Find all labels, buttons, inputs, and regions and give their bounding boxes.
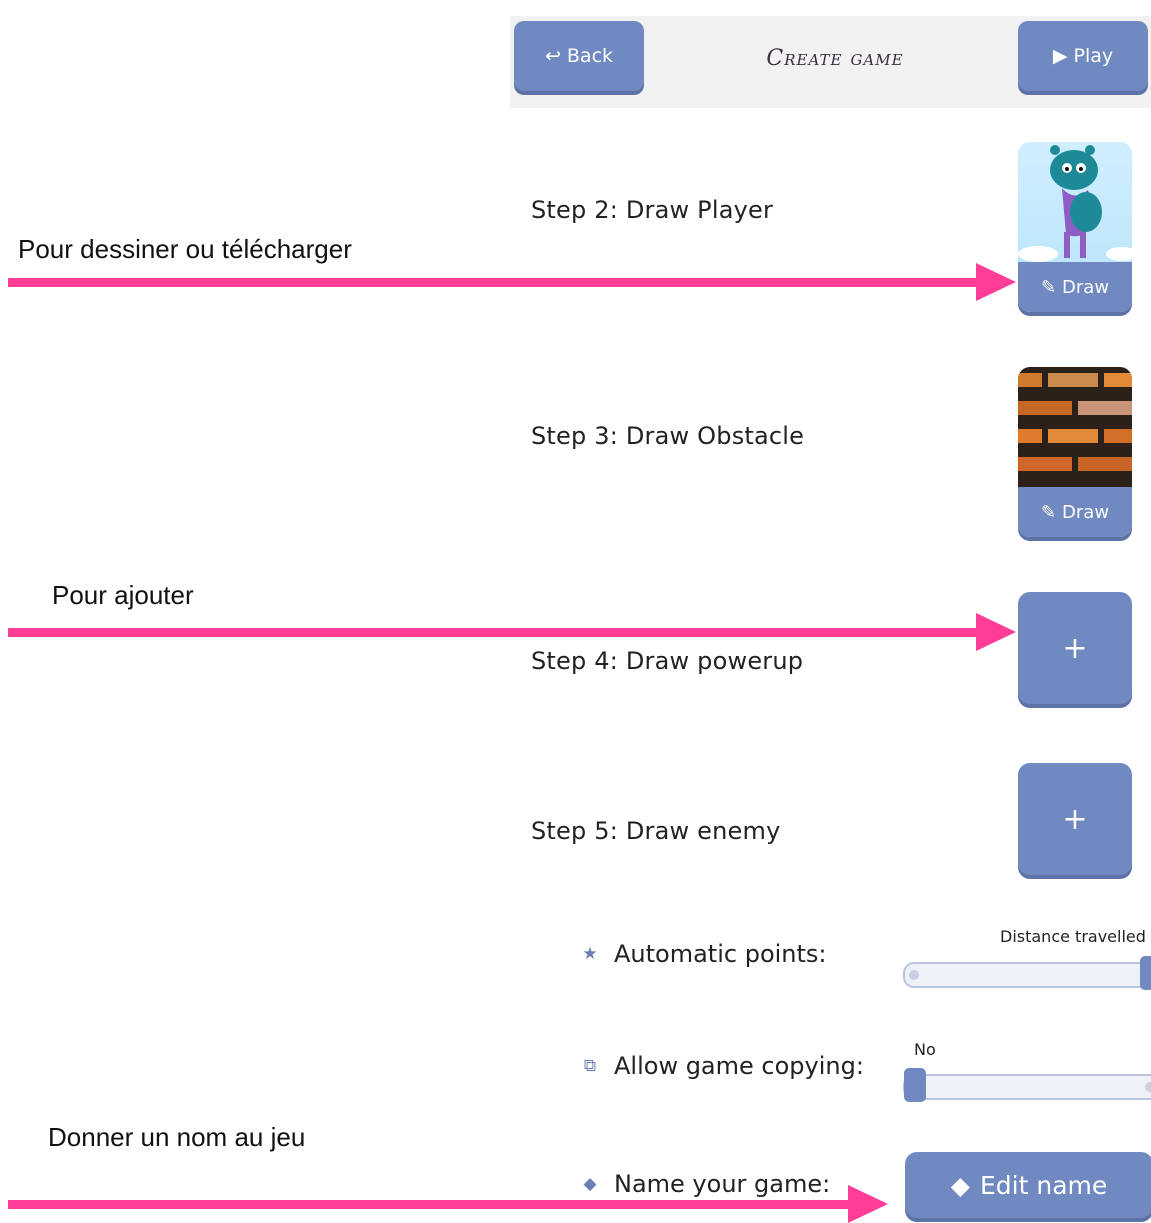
- slider-dot: [1145, 1082, 1151, 1092]
- name-annotation: Donner un nom au jeu: [48, 1122, 306, 1152]
- play-button[interactable]: ▶ Play: [1018, 21, 1148, 91]
- obstacle-tile[interactable]: ✎ Draw: [1018, 367, 1132, 537]
- automatic-points-value: Distance travelled: [1000, 927, 1146, 946]
- draw-annotation: Pour dessiner ou télécharger: [18, 234, 352, 264]
- obstacle-sprite-image: [1018, 367, 1132, 487]
- back-button[interactable]: ↩ Back: [514, 21, 644, 91]
- allow-copying-slider-handle[interactable]: [904, 1068, 926, 1102]
- tag-icon: ◆: [583, 1174, 597, 1194]
- name-game-row: ◆ Name your game:: [578, 1170, 830, 1198]
- automatic-points-label: Automatic points:: [614, 940, 827, 968]
- add-powerup-button[interactable]: +: [1018, 592, 1132, 704]
- play-button-label: Play: [1073, 45, 1114, 67]
- arrow-head-icon: [976, 263, 1016, 301]
- draw-player-button[interactable]: ✎ Draw: [1018, 262, 1132, 312]
- pencil-icon: ✎: [1040, 276, 1057, 298]
- automatic-points-slider-handle[interactable]: [1140, 956, 1151, 990]
- step-5-label: Step 5: Draw enemy: [531, 817, 781, 845]
- step-4-label: Step 4: Draw powerup: [531, 647, 804, 675]
- name-game-label: Name your game:: [614, 1170, 831, 1198]
- pencil-icon: ✎: [1040, 501, 1057, 523]
- draw-obstacle-button[interactable]: ✎ Draw: [1018, 487, 1132, 537]
- allow-copying-label: Allow game copying:: [614, 1052, 864, 1080]
- draw-obstacle-label: Draw: [1062, 501, 1110, 523]
- slider-dot: [909, 970, 919, 980]
- page-title: Create game: [766, 46, 904, 71]
- allow-copying-row: ⧉ Allow game copying:: [578, 1052, 864, 1080]
- arrow-head-icon: [848, 1185, 888, 1223]
- plus-icon: +: [1062, 630, 1088, 666]
- plus-icon: +: [1062, 801, 1088, 837]
- player-sprite-image: [1018, 142, 1132, 262]
- automatic-points-slider[interactable]: [903, 962, 1151, 988]
- edit-name-button[interactable]: ◆ Edit name: [905, 1152, 1151, 1218]
- add-annotation: Pour ajouter: [52, 580, 194, 610]
- star-icon: ★: [582, 944, 598, 964]
- add-enemy-button[interactable]: +: [1018, 763, 1132, 875]
- edit-name-label: Edit name: [979, 1170, 1108, 1200]
- tag-icon: ◆: [950, 1170, 970, 1200]
- draw-annotation-arrow: [8, 278, 980, 287]
- step-2-label: Step 2: Draw Player: [531, 196, 774, 224]
- step-3-label: Step 3: Draw Obstacle: [531, 422, 805, 450]
- allow-copying-slider[interactable]: [903, 1074, 1151, 1100]
- back-button-label: Back: [566, 45, 614, 67]
- player-tile[interactable]: ✎ Draw: [1018, 142, 1132, 312]
- draw-player-label: Draw: [1062, 276, 1110, 298]
- copy-icon: ⧉: [583, 1056, 597, 1076]
- add-annotation-arrow: [8, 628, 980, 637]
- name-annotation-arrow: [8, 1200, 854, 1209]
- back-arrow-icon: ↩: [544, 45, 561, 67]
- arrow-head-icon: [976, 613, 1016, 651]
- play-icon: ▶: [1052, 45, 1068, 67]
- header-bar: ↩ Back Create game ▶ Play: [510, 16, 1151, 108]
- automatic-points-row: ★ Automatic points:: [578, 940, 827, 968]
- allow-copying-value: No: [914, 1040, 936, 1059]
